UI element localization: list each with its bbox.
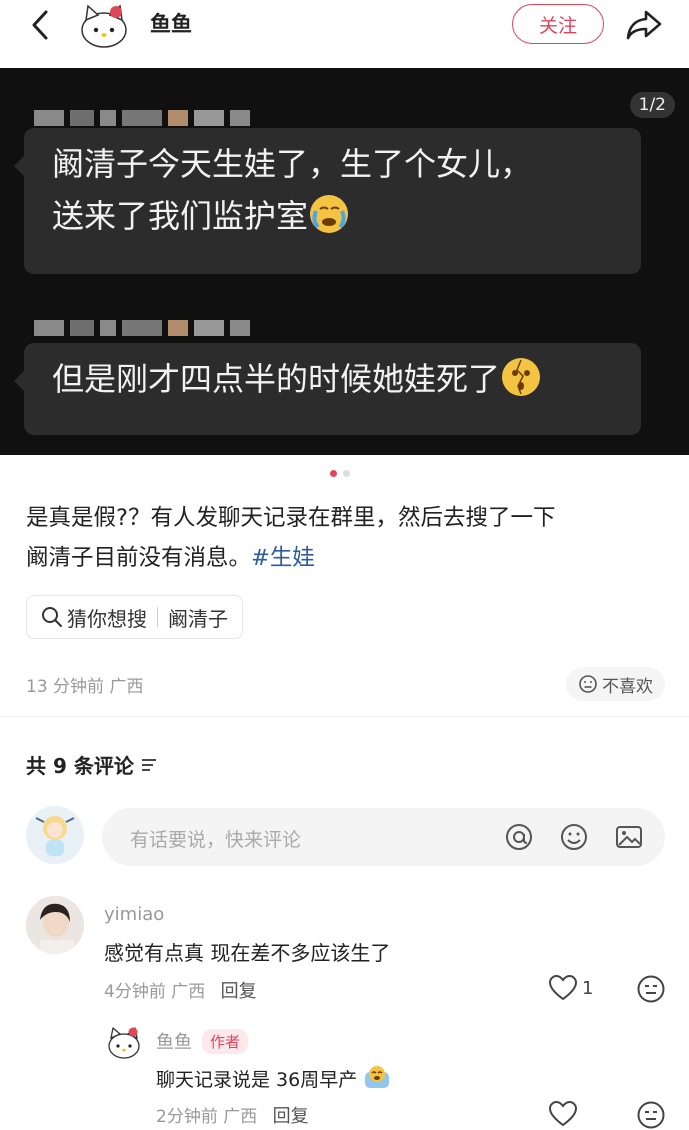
search-icon — [42, 607, 62, 627]
section-divider — [0, 716, 689, 717]
chat-bubble-1-line2: 送来了我们监护室 — [52, 197, 309, 235]
dislike-label: 不喜欢 — [602, 676, 653, 697]
blurred-sender-name — [34, 110, 250, 126]
hello-kitty-avatar-icon — [108, 1026, 140, 1059]
comment-username[interactable]: yimiao — [104, 904, 164, 925]
comments-count: 共 9 条评论 — [26, 754, 134, 778]
carousel-dot — [343, 470, 350, 477]
top-bar: 鱼鱼 关注 — [0, 0, 689, 68]
comment-input-placeholder: 有话要说，快来评论 — [130, 829, 302, 851]
reply-meta: 2分钟前 广西 回复 — [156, 1102, 309, 1128]
reply-text-row: 聊天记录说是 36周早产 — [156, 1064, 391, 1092]
carousel-dot-active — [330, 470, 337, 477]
dislike-face-icon[interactable] — [636, 974, 666, 1004]
post-image[interactable]: 1/2 阚清子今天生娃了，生了个女儿， 送来了我们监护室 但是刚才四点半的时候她… — [0, 68, 689, 455]
divider — [157, 607, 158, 627]
guess-label: 猜你想搜 — [67, 606, 147, 631]
person-photo-icon — [26, 896, 84, 954]
hashtag-link[interactable]: #生娃 — [251, 545, 315, 571]
post-text-line1: 是真是假?？有人发聊天记录在群里，然后去搜了一下 — [26, 505, 556, 531]
dislike-face-icon[interactable] — [636, 1100, 666, 1130]
at-mention-icon[interactable] — [504, 822, 534, 852]
chat-bubble-2: 但是刚才四点半的时候她娃死了 — [14, 343, 641, 435]
comment-time: 4分钟前 — [104, 982, 166, 1002]
comment-text: 感觉有点真 现在差不多应该生了 — [104, 941, 391, 965]
comment-meta: 4分钟前 广西 回复 — [104, 977, 257, 1003]
author-name[interactable]: 鱼鱼 — [150, 8, 192, 38]
guess-term: 阚清子 — [168, 606, 228, 631]
reply-time: 2分钟前 — [156, 1107, 218, 1127]
reply-button[interactable]: 回复 — [273, 1106, 309, 1127]
follow-button[interactable]: 关注 — [512, 4, 604, 44]
crying-sticker-icon — [365, 1066, 390, 1088]
image-carousel-dots — [330, 470, 350, 477]
post-meta: 13 分钟前 广西 — [26, 672, 143, 697]
comment-input[interactable]: 有话要说，快来评论 — [102, 808, 665, 866]
comments-header: 共 9 条评论 — [26, 750, 158, 779]
reply-header: 鱼鱼 作者 — [156, 1028, 249, 1054]
commenter-avatar[interactable] — [26, 896, 84, 954]
reply-text: 聊天记录说是 36周早产 — [156, 1069, 358, 1091]
post-location: 广西 — [109, 677, 144, 697]
heart-icon[interactable] — [548, 974, 578, 1002]
chat-bubble-1-line1: 阚清子今天生娃了，生了个女儿， — [52, 145, 533, 183]
image-pager: 1/2 — [629, 92, 675, 118]
like-count: 1 — [582, 978, 594, 999]
chat-bubble-2-text: 但是刚才四点半的时候她娃死了 — [52, 360, 501, 398]
comment-location: 广西 — [171, 982, 206, 1002]
chat-bubble-1: 阚清子今天生娃了，生了个女儿， 送来了我们监护室 — [14, 128, 641, 274]
user-avatar-icon — [35, 816, 75, 856]
back-arrow-icon[interactable] — [26, 8, 56, 42]
my-avatar[interactable] — [26, 806, 84, 864]
crying-face-emoji-icon — [310, 195, 349, 233]
image-icon[interactable] — [614, 822, 644, 852]
share-icon[interactable] — [624, 6, 664, 42]
reply-username[interactable]: 鱼鱼 — [156, 1028, 192, 1054]
reply-location: 广西 — [223, 1107, 258, 1127]
post-text-line2: 阚清子目前没有消息。 — [26, 545, 252, 571]
heart-icon[interactable] — [548, 1100, 578, 1128]
emoji-icon[interactable] — [559, 822, 589, 852]
broken-heart-face-emoji-icon — [502, 358, 541, 396]
neutral-face-icon — [579, 675, 597, 693]
blurred-sender-name — [34, 320, 250, 336]
author-badge: 作者 — [202, 1028, 249, 1054]
hello-kitty-avatar-icon — [81, 4, 127, 48]
author-reply-avatar[interactable] — [104, 1024, 144, 1064]
sort-icon[interactable] — [140, 757, 158, 773]
reply-button[interactable]: 回复 — [221, 981, 257, 1002]
post-body: 是真是假?？有人发聊天记录在群里，然后去搜了一下 阚清子目前没有消息。#生娃 — [26, 498, 666, 578]
post-time: 13 分钟前 — [26, 677, 105, 697]
dislike-button[interactable]: 不喜欢 — [566, 667, 665, 701]
author-avatar[interactable] — [76, 2, 132, 52]
guess-search-chip[interactable]: 猜你想搜 阚清子 — [26, 595, 243, 639]
